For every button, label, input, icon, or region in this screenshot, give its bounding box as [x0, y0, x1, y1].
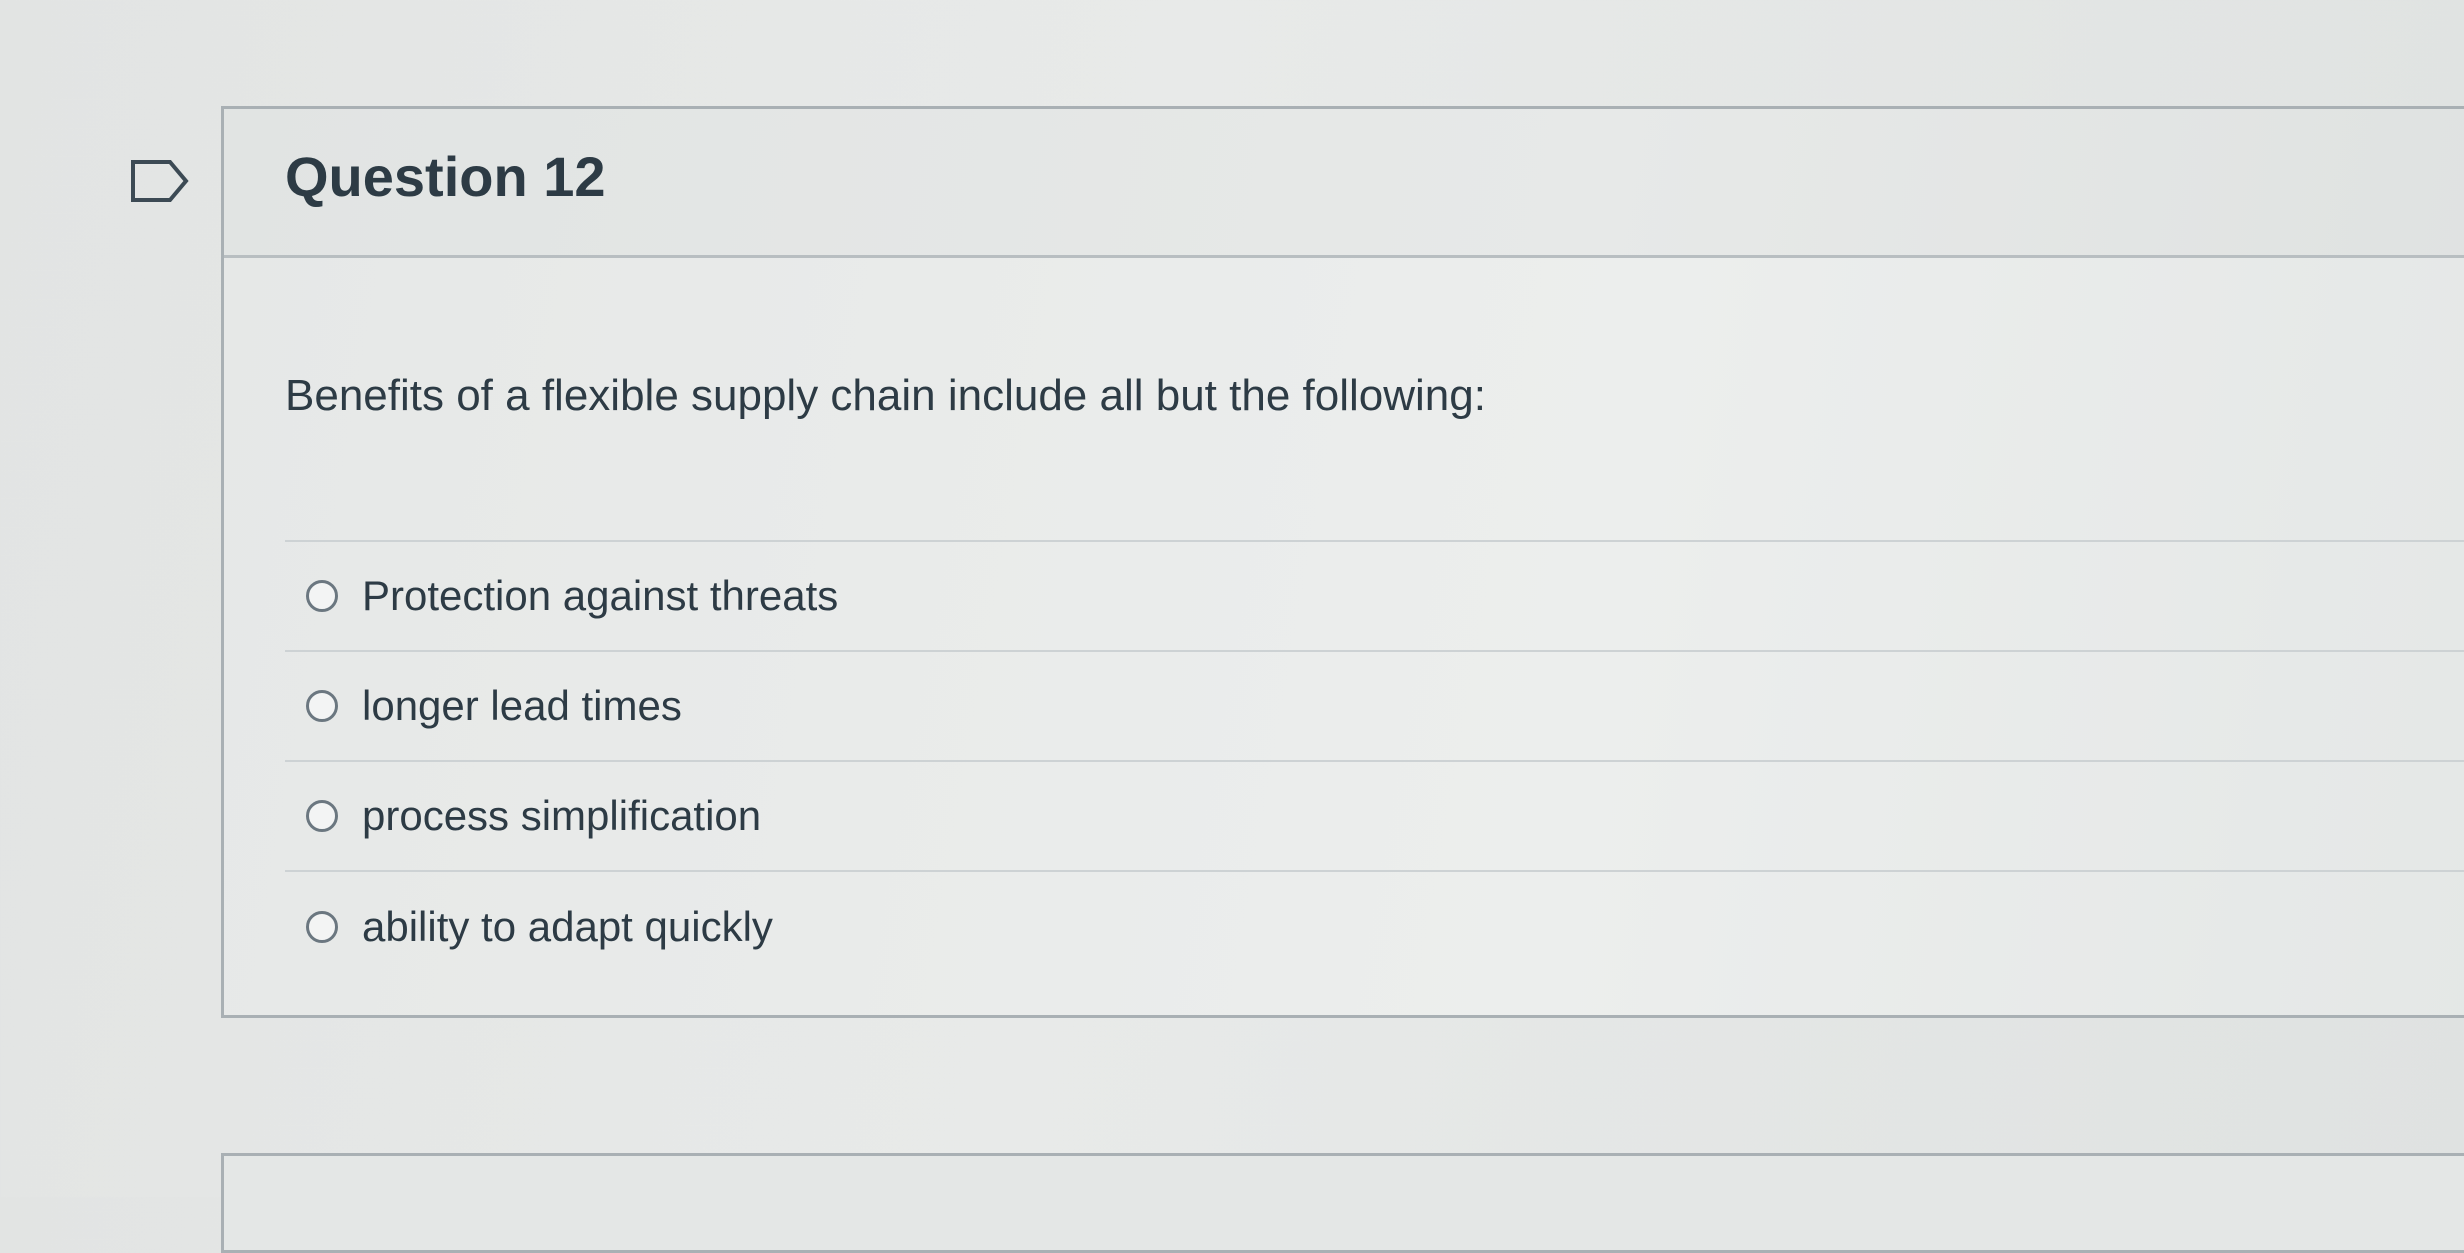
radio-button-icon[interactable]: [306, 690, 338, 722]
answer-option[interactable]: ability to adapt quickly: [285, 872, 2464, 982]
answer-label[interactable]: ability to adapt quickly: [362, 903, 773, 951]
radio-button-icon[interactable]: [306, 580, 338, 612]
question-title: Question 12: [285, 144, 606, 208]
question-card: Question 12 Benefits of a flexible suppl…: [221, 106, 2464, 1018]
flag-question-icon[interactable]: [130, 158, 190, 204]
answer-option[interactable]: longer lead times: [285, 652, 2464, 762]
question-header: Question 12: [224, 109, 2464, 258]
radio-button-icon[interactable]: [306, 800, 338, 832]
next-question-card: [221, 1153, 2464, 1253]
answer-label[interactable]: Protection against threats: [362, 572, 838, 620]
answer-option[interactable]: process simplification: [285, 762, 2464, 872]
answer-label[interactable]: longer lead times: [362, 682, 682, 730]
radio-button-icon[interactable]: [306, 911, 338, 943]
answer-label[interactable]: process simplification: [362, 792, 761, 840]
question-body: Benefits of a flexible supply chain incl…: [224, 371, 2464, 982]
question-text: Benefits of a flexible supply chain incl…: [285, 371, 1486, 420]
answer-list: Protection against threats longer lead t…: [285, 540, 2464, 982]
answer-option[interactable]: Protection against threats: [285, 542, 2464, 652]
